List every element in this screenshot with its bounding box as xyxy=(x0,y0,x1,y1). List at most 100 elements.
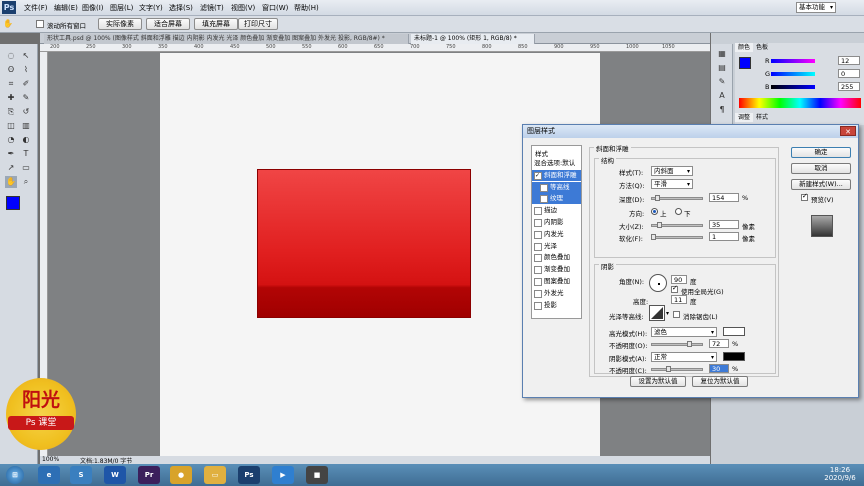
workspace-selector[interactable]: 基本功能 xyxy=(796,2,836,13)
move-tool-icon[interactable]: ↖ xyxy=(20,50,32,62)
menu-item-3[interactable]: 图层(L) xyxy=(110,3,133,13)
angle-dial[interactable] xyxy=(649,274,667,292)
size-input[interactable]: 35 xyxy=(709,220,739,229)
premiere-icon[interactable]: Pr xyxy=(138,466,160,484)
photoshop-taskbar-icon[interactable]: Ps xyxy=(238,466,260,484)
shape-tool-icon[interactable]: ▭ xyxy=(20,162,32,174)
shadow-opacity-input[interactable]: 30 xyxy=(709,364,729,373)
soften-slider[interactable] xyxy=(651,236,703,239)
menu-item-2[interactable]: 图像(I) xyxy=(82,3,104,13)
path-select-tool-icon[interactable]: ↗ xyxy=(5,162,17,174)
direction-down-radio[interactable] xyxy=(675,208,682,215)
lasso-tool-icon[interactable]: ʘ xyxy=(5,64,17,76)
style-item-checkbox[interactable]: ✓ xyxy=(534,171,542,180)
b-value[interactable]: 255 xyxy=(838,82,860,91)
style-item[interactable]: 纹理 xyxy=(532,193,581,205)
type-tool-icon[interactable]: T xyxy=(20,148,32,160)
zoom-tool-icon[interactable]: ⌕ xyxy=(20,176,32,188)
depth-slider-thumb[interactable] xyxy=(655,195,660,201)
option-button-0[interactable]: 实际像素 xyxy=(98,18,142,30)
style-item[interactable]: 外发光 xyxy=(532,288,581,299)
clock[interactable]: 18:26 2020/9/6 xyxy=(822,466,858,482)
highlight-opacity-input[interactable]: 72 xyxy=(709,339,729,348)
healing-tool-icon[interactable]: ✚ xyxy=(5,92,17,104)
eraser-tool-icon[interactable]: ◫ xyxy=(5,120,17,132)
altitude-input[interactable]: 11 xyxy=(671,295,687,304)
ie-icon[interactable]: e xyxy=(38,466,60,484)
eyedropper-tool-icon[interactable]: ✐ xyxy=(20,78,32,90)
style-item-checkbox[interactable] xyxy=(534,230,542,239)
soften-slider-thumb[interactable] xyxy=(651,234,656,240)
clone-stamp-tool-icon[interactable]: ⎘ xyxy=(5,106,17,118)
option-button-1[interactable]: 适合屏幕 xyxy=(146,18,190,30)
pen-tool-icon[interactable]: ✒ xyxy=(5,148,17,160)
gloss-contour-icon[interactable] xyxy=(649,305,665,321)
style-item[interactable]: 颜色叠加 xyxy=(532,252,581,263)
ok-button[interactable]: 确定 xyxy=(791,147,851,158)
chevron-down-icon[interactable]: ▾ xyxy=(666,310,669,317)
style-item[interactable]: 内发光 xyxy=(532,229,581,240)
shadow-mode-select[interactable]: 正常 xyxy=(651,352,717,362)
r-slider[interactable] xyxy=(771,59,815,63)
panel-icon-character[interactable]: A xyxy=(716,90,728,102)
cancel-button[interactable]: 取消 xyxy=(791,163,851,174)
style-item[interactable]: ✓ 斜面和浮雕 xyxy=(532,169,581,181)
panel-icon-paragraph[interactable]: ¶ xyxy=(716,104,728,116)
antialias-checkbox[interactable] xyxy=(673,311,680,318)
shadow-color-swatch[interactable] xyxy=(723,352,745,361)
new-style-button[interactable]: 新建样式(W)... xyxy=(791,179,851,190)
size-slider-thumb[interactable] xyxy=(657,222,662,228)
close-icon[interactable]: ✕ xyxy=(840,126,856,136)
crop-tool-icon[interactable]: ⌗ xyxy=(5,78,17,90)
make-default-button[interactable]: 设置为默认值 xyxy=(630,376,686,387)
screen-recorder-icon[interactable]: ■ xyxy=(306,466,328,484)
brush-tool-icon[interactable]: ✎ xyxy=(20,92,32,104)
style-item[interactable]: 图案叠加 xyxy=(532,276,581,287)
r-value[interactable]: 12 xyxy=(838,56,860,65)
global-light-checkbox[interactable]: ✓ xyxy=(671,284,678,293)
style-item[interactable]: 混合选项:默认 xyxy=(532,158,581,169)
quick-select-tool-icon[interactable]: ⌇ xyxy=(20,64,32,76)
word-icon[interactable]: W xyxy=(104,466,126,484)
menu-item-7[interactable]: 视图(V) xyxy=(231,3,255,13)
style-item-checkbox[interactable] xyxy=(534,219,542,227)
style-item[interactable]: 描边 xyxy=(532,205,581,216)
tab-styles[interactable]: 样式 xyxy=(753,113,771,122)
menu-item-4[interactable]: 文字(Y) xyxy=(139,3,163,13)
technique-select[interactable]: 平滑 xyxy=(651,179,693,189)
style-item[interactable]: 内阴影 xyxy=(532,217,581,228)
start-button-icon[interactable]: ⊞ xyxy=(6,466,24,484)
tab-color[interactable]: 颜色 xyxy=(735,43,754,52)
hand-tool-icon[interactable]: ✋ xyxy=(5,176,17,188)
menu-item-8[interactable]: 窗口(W) xyxy=(262,3,288,13)
color-preview[interactable] xyxy=(739,57,751,69)
option-button-2[interactable]: 填充屏幕 xyxy=(194,18,238,30)
panel-icon-history[interactable]: ▦ xyxy=(716,48,728,60)
style-item-checkbox[interactable] xyxy=(534,266,542,275)
style-item[interactable]: 投影 xyxy=(532,300,581,311)
menu-item-0[interactable]: 文件(F) xyxy=(24,3,48,13)
preview-checkbox[interactable]: ✓ xyxy=(801,192,808,201)
blur-tool-icon[interactable]: ◔ xyxy=(5,134,17,146)
style-item[interactable]: 等高线 xyxy=(532,181,581,193)
style-item-checkbox[interactable] xyxy=(534,301,542,310)
menu-item-9[interactable]: 帮助(H) xyxy=(294,3,319,13)
shadow-opacity-slider[interactable] xyxy=(651,368,703,371)
photoshop-logo-icon[interactable]: Ps xyxy=(2,1,16,14)
style-item-checkbox[interactable] xyxy=(534,207,542,216)
style-item-checkbox[interactable] xyxy=(534,242,542,251)
hand-tool-icon[interactable]: ✋ xyxy=(2,18,14,30)
style-item-checkbox[interactable] xyxy=(534,289,542,298)
style-item-checkbox[interactable] xyxy=(540,195,548,204)
tab-swatches[interactable]: 色板 xyxy=(753,43,771,52)
reset-default-button[interactable]: 复位为默认值 xyxy=(692,376,748,387)
style-item-checkbox[interactable] xyxy=(540,183,548,192)
highlight-opacity-thumb[interactable] xyxy=(687,341,692,347)
style-item-checkbox[interactable] xyxy=(534,254,542,263)
chrome-icon[interactable]: ● xyxy=(170,466,192,484)
menu-item-6[interactable]: 滤镜(T) xyxy=(200,3,224,13)
highlight-color-swatch[interactable] xyxy=(723,327,745,336)
sogou-icon[interactable]: S xyxy=(70,466,92,484)
menu-item-1[interactable]: 编辑(E) xyxy=(54,3,78,13)
folder-icon[interactable]: ▭ xyxy=(204,466,226,484)
